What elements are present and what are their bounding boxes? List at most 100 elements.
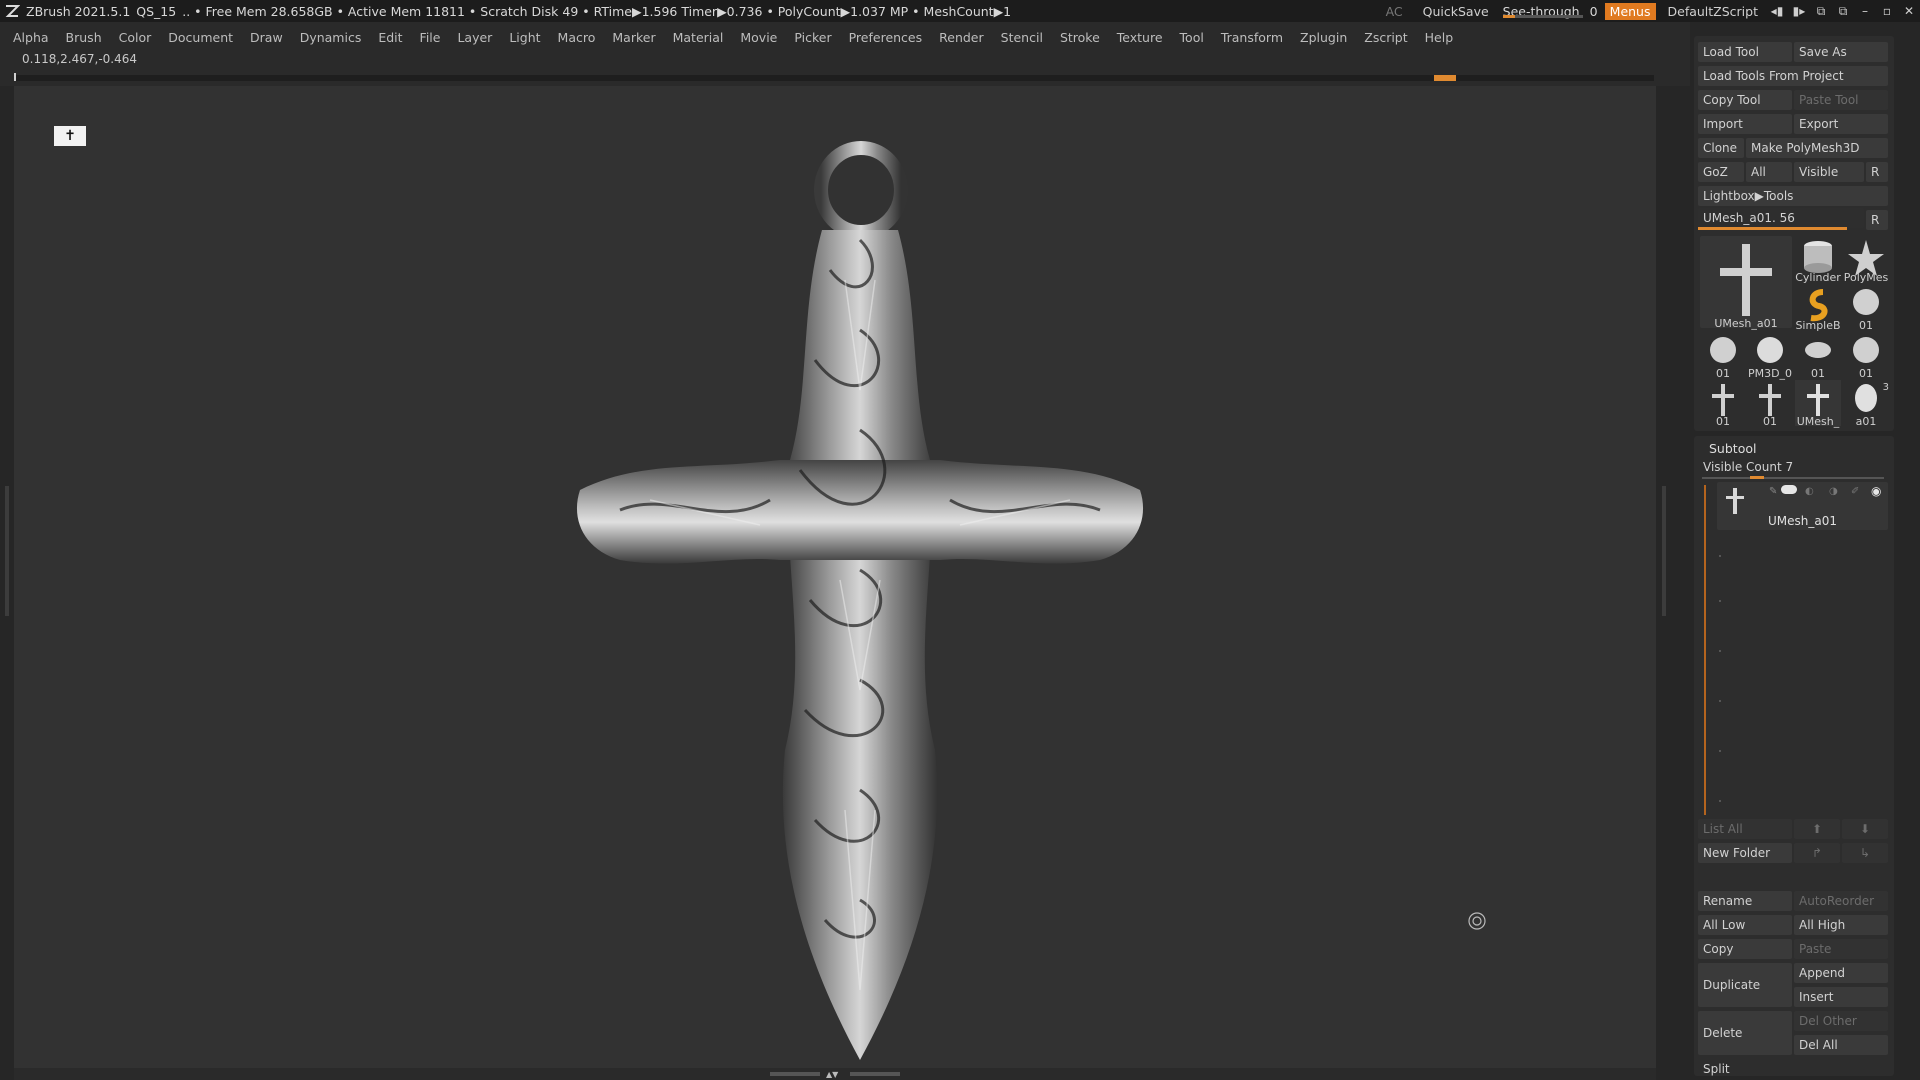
tool-thumb-01-e[interactable]: 01 bbox=[1700, 380, 1746, 428]
subtool-item[interactable]: ✎ ◐ ◑ ✐ ◉ UMesh_a01 bbox=[1717, 482, 1888, 530]
tool-thumb-01-c[interactable]: 01 bbox=[1795, 332, 1841, 380]
del-all-button[interactable]: Del All bbox=[1794, 1035, 1888, 1055]
all-high-button[interactable]: All High bbox=[1794, 915, 1888, 935]
tool-thumb-01-d[interactable]: 01 bbox=[1843, 332, 1889, 380]
ac-toggle[interactable]: AC bbox=[1374, 4, 1415, 19]
tool-thumb-01-b[interactable]: 01 bbox=[1700, 332, 1746, 380]
save-as-button[interactable]: Save As bbox=[1794, 42, 1888, 62]
menu-alpha[interactable]: Alpha bbox=[13, 30, 49, 45]
copy-tool-button[interactable]: Copy Tool bbox=[1698, 90, 1792, 110]
tool-thumb-pm3d[interactable]: PM3D_0 bbox=[1747, 332, 1793, 380]
make-polymesh3d-button[interactable]: Make PolyMesh3D bbox=[1746, 138, 1888, 158]
menu-picker[interactable]: Picker bbox=[794, 30, 831, 45]
del-other-button[interactable]: Del Other bbox=[1794, 1011, 1888, 1031]
menus-button[interactable]: Menus bbox=[1604, 2, 1656, 20]
menu-preferences[interactable]: Preferences bbox=[849, 30, 923, 45]
goz-button[interactable]: GoZ bbox=[1698, 162, 1744, 182]
menu-zplugin[interactable]: Zplugin bbox=[1300, 30, 1347, 45]
delete-button[interactable]: Delete bbox=[1698, 1011, 1792, 1055]
visible-count-slider[interactable]: Visible Count 7 bbox=[1703, 460, 1793, 474]
menu-movie[interactable]: Movie bbox=[740, 30, 777, 45]
tool-thumb-01-f[interactable]: 01 bbox=[1747, 380, 1793, 428]
folder-in-arrow-icon[interactable]: ↱ bbox=[1794, 843, 1840, 863]
menu-tool[interactable]: Tool bbox=[1180, 30, 1204, 45]
subtool-polypaint-icon[interactable]: ◑ bbox=[1829, 486, 1838, 497]
minimize-icon[interactable]: – bbox=[1854, 0, 1876, 22]
current-tool-r-button[interactable]: R bbox=[1866, 210, 1888, 230]
auto-reorder-button[interactable]: AutoReorder bbox=[1794, 891, 1888, 911]
new-folder-button[interactable]: New Folder bbox=[1698, 843, 1792, 863]
menu-zscript[interactable]: Zscript bbox=[1364, 30, 1407, 45]
load-tool-button[interactable]: Load Tool bbox=[1698, 42, 1792, 62]
folder-out-arrow-icon[interactable]: ↳ bbox=[1842, 843, 1888, 863]
menu-help[interactable]: Help bbox=[1425, 30, 1454, 45]
layout-prev-icon[interactable]: ◂▮ bbox=[1766, 0, 1788, 22]
menu-brush[interactable]: Brush bbox=[66, 30, 102, 45]
default-zscript-button[interactable]: DefaultZScript bbox=[1660, 4, 1767, 19]
timeline-marker[interactable] bbox=[1434, 75, 1456, 81]
goz-r-button[interactable]: R bbox=[1866, 162, 1888, 182]
lightbox-tools-button[interactable]: Lightbox▶Tools bbox=[1698, 186, 1888, 206]
timeline-ruler[interactable] bbox=[14, 73, 1654, 81]
split-subpalette[interactable]: Split bbox=[1703, 1062, 1730, 1076]
menu-document[interactable]: Document bbox=[168, 30, 233, 45]
goz-all-button[interactable]: All bbox=[1746, 162, 1792, 182]
subtool-toggle-icon[interactable] bbox=[1781, 485, 1797, 494]
menu-file[interactable]: File bbox=[420, 30, 441, 45]
paste-subtool-button[interactable]: Paste bbox=[1794, 939, 1888, 959]
rename-button[interactable]: Rename bbox=[1698, 891, 1792, 911]
menu-texture[interactable]: Texture bbox=[1117, 30, 1163, 45]
left-tray-edge[interactable] bbox=[0, 86, 14, 1080]
subtool-visibility-eye-icon[interactable]: ◉ bbox=[1871, 484, 1881, 498]
left-tray-handle[interactable] bbox=[5, 486, 9, 616]
all-low-button[interactable]: All Low bbox=[1698, 915, 1792, 935]
append-button[interactable]: Append bbox=[1794, 963, 1888, 983]
window-swap-icon[interactable]: ⧉ bbox=[1810, 0, 1832, 22]
subtool-brush-icon[interactable]: ✎ bbox=[1769, 486, 1777, 497]
collapse-arrows-icon[interactable]: ▲▼ bbox=[826, 1070, 838, 1079]
menu-transform[interactable]: Transform bbox=[1221, 30, 1283, 45]
insert-button[interactable]: Insert bbox=[1794, 987, 1888, 1007]
menu-dynamics[interactable]: Dynamics bbox=[300, 30, 362, 45]
close-icon[interactable]: ✕ bbox=[1898, 0, 1920, 22]
navigation-target-icon[interactable] bbox=[1467, 911, 1487, 931]
subtool-title[interactable]: Subtool bbox=[1709, 441, 1756, 456]
paste-tool-button[interactable]: Paste Tool bbox=[1794, 90, 1888, 110]
menu-macro[interactable]: Macro bbox=[558, 30, 596, 45]
duplicate-button[interactable]: Duplicate bbox=[1698, 963, 1792, 1007]
quicksave-button[interactable]: QuickSave bbox=[1415, 4, 1497, 19]
tool-thumb-a01[interactable]: 3 a01 bbox=[1843, 380, 1889, 428]
goz-visible-button[interactable]: Visible bbox=[1794, 162, 1864, 182]
menu-color[interactable]: Color bbox=[119, 30, 152, 45]
tool-thumb-simpleb[interactable]: SimpleB bbox=[1795, 284, 1841, 332]
load-tools-from-project-button[interactable]: Load Tools From Project bbox=[1698, 66, 1888, 86]
subtool-half-circle-icon[interactable]: ◐ bbox=[1805, 486, 1814, 497]
menu-light[interactable]: Light bbox=[509, 30, 540, 45]
right-tray-edge[interactable] bbox=[1656, 86, 1690, 1080]
tool-thumb-cylinder[interactable]: Cylinder bbox=[1795, 236, 1841, 284]
menu-render[interactable]: Render bbox=[939, 30, 984, 45]
maximize-icon[interactable]: ▫ bbox=[1876, 0, 1898, 22]
tool-thumb-01-a[interactable]: 01 bbox=[1843, 284, 1889, 332]
list-all-button[interactable]: List All bbox=[1698, 819, 1792, 839]
menu-stencil[interactable]: Stencil bbox=[1001, 30, 1043, 45]
menu-material[interactable]: Material bbox=[673, 30, 724, 45]
see-through-slider[interactable]: See-through 0 bbox=[1497, 4, 1601, 19]
move-down-arrow-icon[interactable]: ⬇ bbox=[1842, 819, 1888, 839]
layout-next-icon[interactable]: ▮▸ bbox=[1788, 0, 1810, 22]
window-float-icon[interactable]: ⧉ bbox=[1832, 0, 1854, 22]
menu-edit[interactable]: Edit bbox=[378, 30, 402, 45]
tool-thumb-umesh-a01[interactable]: UMesh_a01 bbox=[1700, 236, 1792, 330]
right-tray-handle[interactable] bbox=[1662, 486, 1666, 616]
tool-thumb-umesh[interactable]: UMesh_ bbox=[1795, 380, 1841, 428]
menu-layer[interactable]: Layer bbox=[457, 30, 492, 45]
clone-button[interactable]: Clone bbox=[1698, 138, 1744, 158]
subtool-pen-icon[interactable]: ✐ bbox=[1851, 486, 1859, 497]
subtool-scrollbar[interactable] bbox=[1704, 485, 1706, 815]
menu-marker[interactable]: Marker bbox=[612, 30, 655, 45]
copy-subtool-button[interactable]: Copy bbox=[1698, 939, 1792, 959]
import-button[interactable]: Import bbox=[1698, 114, 1792, 134]
current-tool-slider[interactable]: UMesh_a01. 56 bbox=[1698, 208, 1864, 228]
export-button[interactable]: Export bbox=[1794, 114, 1888, 134]
tool-thumb-polymesh[interactable]: PolyMes bbox=[1843, 236, 1889, 284]
